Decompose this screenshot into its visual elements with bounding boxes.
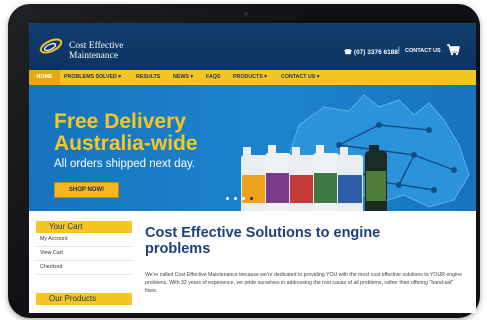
nav-home[interactable]: HOME — [29, 70, 60, 85]
banner-headline-2: Australia-wide — [54, 132, 198, 155]
brand-line-1: Cost Effective — [69, 41, 124, 51]
content-area: Your Cart My Account View Cart Checkout … — [29, 211, 476, 313]
phone-number[interactable]: ☎ (07) 3376 6188 — [344, 48, 398, 56]
nav-faqs[interactable]: FAQS — [206, 70, 220, 85]
nav-results[interactable]: RESULTS — [136, 70, 160, 85]
camera-dot — [244, 12, 248, 16]
nav-news[interactable]: NEWS ▾ — [173, 70, 193, 85]
nav-contact-us[interactable]: CONTACT US ▾ — [281, 70, 319, 85]
site-header: Cost Effective Maintenance ☎ (07) 3376 6… — [29, 23, 476, 70]
header-contact-link[interactable]: CONTACT US — [405, 48, 441, 54]
sidebar-item-view-cart[interactable]: View Cart — [36, 247, 132, 261]
shop-now-button[interactable]: SHOP NOW! — [54, 182, 119, 198]
site-logo[interactable]: Cost Effective Maintenance — [69, 41, 123, 61]
main-nav: HOME PROBLEMS SOLVED ▾ RESULTS NEWS ▾ FA… — [29, 70, 476, 85]
slider-dots — [226, 197, 276, 203]
sidebar-item-my-account[interactable]: My Account — [36, 233, 132, 247]
tablet-screen: Cost Effective Maintenance ☎ (07) 3376 6… — [29, 23, 476, 313]
sidebar: Your Cart My Account View Cart Checkout … — [36, 221, 132, 305]
cart-heading: Your Cart — [36, 221, 132, 233]
slider-dot[interactable] — [234, 197, 237, 200]
intro-paragraph: We're called Cost Effective Maintenance … — [145, 272, 462, 294]
nav-problems-solved[interactable]: PROBLEMS SOLVED ▾ — [64, 70, 121, 85]
brand-line-2: Maintenance — [69, 51, 119, 61]
cart-icon[interactable] — [446, 43, 460, 56]
slider-dot[interactable] — [242, 197, 245, 200]
slider-dot-active[interactable] — [250, 197, 253, 200]
hero-banner: Free Delivery Australia-wide All orders … — [29, 85, 476, 211]
header-separator: | — [398, 47, 400, 54]
product-bottles-image — [241, 145, 387, 211]
products-heading: Our Products — [36, 293, 132, 305]
banner-headline-1: Free Delivery — [54, 110, 186, 133]
banner-subline: All orders shipped next day. — [54, 158, 196, 170]
page-title: Cost Effective Solutions to engine probl… — [145, 225, 381, 257]
logo-swoosh-icon — [39, 38, 63, 54]
nav-products[interactable]: PRODUCTS ▾ — [233, 70, 267, 85]
slider-dot[interactable] — [226, 197, 229, 200]
sidebar-item-checkout[interactable]: Checkout — [36, 261, 132, 275]
